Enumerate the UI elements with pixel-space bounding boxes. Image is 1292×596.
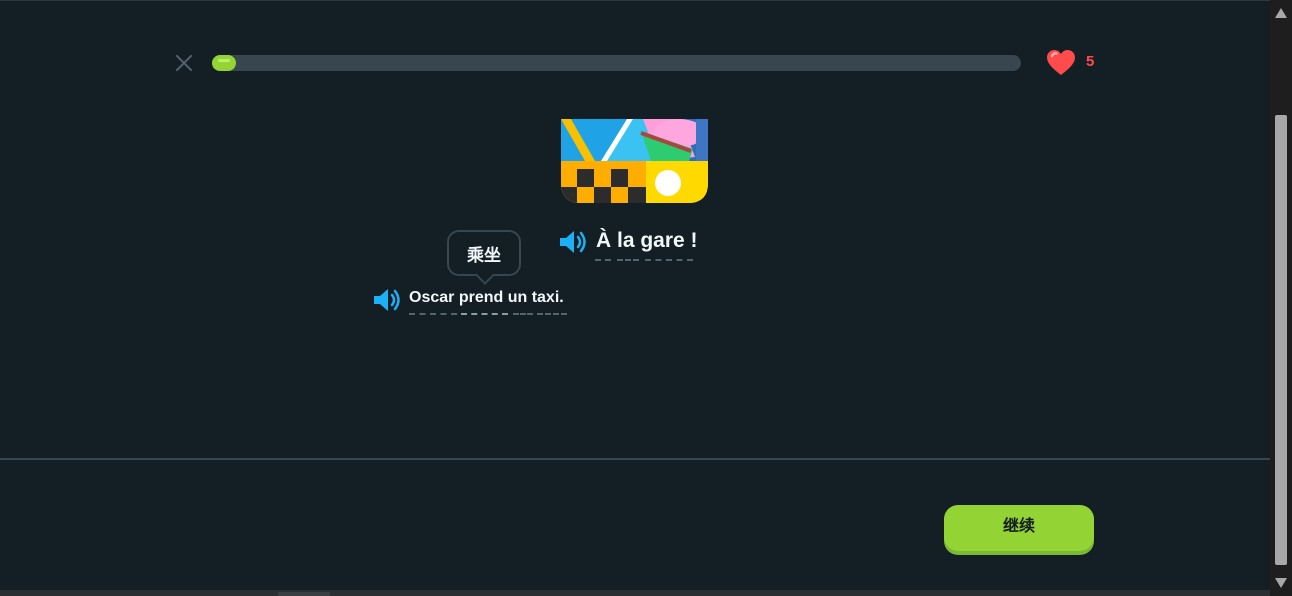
word-underline: [537, 313, 567, 315]
taskbar-tab[interactable]: [278, 592, 330, 596]
word-underline: [461, 313, 508, 315]
scroll-thumb[interactable]: [1275, 115, 1287, 565]
taxi-scene-image: [561, 119, 708, 203]
footer-divider: [0, 458, 1270, 460]
hearts-count: 5: [1086, 53, 1095, 70]
word-underline: [595, 259, 611, 261]
speaker-icon[interactable]: [558, 229, 588, 255]
lesson-title[interactable]: À la gare !: [596, 229, 698, 253]
scroll-up-icon[interactable]: [1275, 8, 1287, 18]
progress-fill: [212, 55, 236, 71]
tooltip-pointer: [475, 265, 495, 285]
sentence-text[interactable]: Oscar prend un taxi.: [409, 289, 564, 307]
lesson-progress-bar: [212, 55, 1021, 71]
lesson-frame: 5 À la gare ! 乘坐 Oscar prend un taxi. 继续: [0, 0, 1270, 591]
page-scrollbar[interactable]: [1270, 0, 1292, 596]
word-hint-tooltip: 乘坐: [447, 230, 521, 285]
word-hint-text: 乘坐: [467, 246, 501, 266]
hearts-counter[interactable]: 5: [1046, 49, 1106, 77]
progress-shine: [218, 59, 230, 62]
close-icon[interactable]: [172, 51, 196, 75]
heart-icon: [1047, 50, 1075, 75]
word-underline: [645, 259, 693, 261]
word-underline: [617, 259, 639, 261]
taskbar-strip: [0, 590, 1270, 596]
scroll-down-icon[interactable]: [1275, 578, 1287, 588]
speaker-icon[interactable]: [372, 287, 402, 313]
continue-button[interactable]: 继续: [944, 505, 1094, 551]
word-underline: [409, 313, 457, 315]
word-underline: [513, 313, 533, 315]
